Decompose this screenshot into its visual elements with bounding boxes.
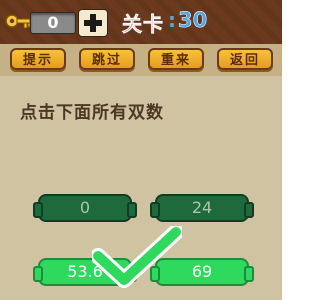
number-tile-0[interactable]: 0 — [33, 194, 137, 222]
checkmark-icon — [92, 226, 182, 288]
instruction-text: 点击下面所有双数 — [20, 103, 164, 123]
plus-icon — [84, 14, 102, 32]
level-colon: : — [168, 8, 176, 32]
restart-button[interactable]: 重来 — [148, 48, 204, 70]
top-bar: 0 关卡 : 30 — [0, 0, 282, 44]
back-button[interactable]: 返回 — [217, 48, 273, 70]
menu-row: 提示 跳过 重来 返回 — [0, 44, 282, 76]
level-label: 关卡 — [122, 12, 164, 37]
game-board: 点击下面所有双数 0 24 53.6 69 — [0, 76, 282, 300]
key-count: 0 — [30, 12, 76, 34]
number-tile-24[interactable]: 24 — [150, 194, 254, 222]
level-number: 30 — [178, 8, 208, 33]
key-icon — [5, 14, 31, 29]
hint-button[interactable]: 提示 — [10, 48, 66, 70]
skip-button[interactable]: 跳过 — [79, 48, 135, 70]
add-keys-button[interactable] — [78, 9, 108, 37]
